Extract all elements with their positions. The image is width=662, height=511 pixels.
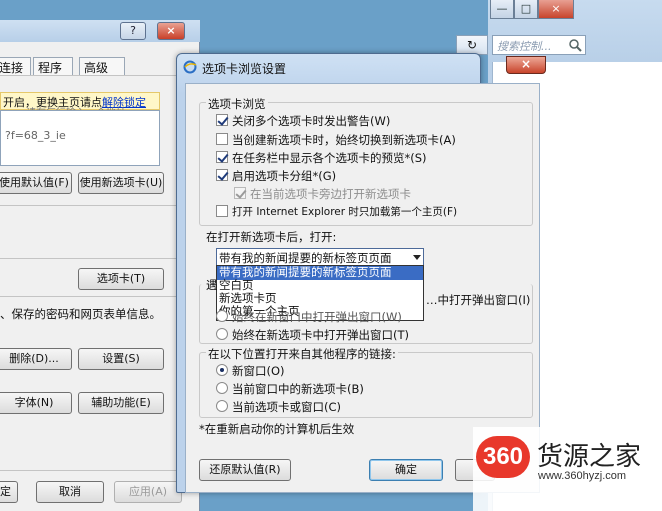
load-first-homepage-label: 打开 Internet Explorer 时只加载第一个主页(F) bbox=[232, 206, 458, 218]
link-current-tab-radio[interactable] bbox=[216, 400, 228, 412]
section-divider bbox=[0, 258, 200, 259]
dialog-ok-button[interactable]: 确定 bbox=[369, 459, 443, 481]
popup-new-tab-label: 始终在新选项卡中打开弹出窗口(T) bbox=[232, 328, 409, 342]
ok-button[interactable]: 定 bbox=[0, 481, 18, 503]
chevron-down-icon bbox=[413, 255, 421, 260]
link-new-tab-radio[interactable] bbox=[216, 382, 228, 394]
tabs-settings-button[interactable]: 选项卡(T) bbox=[78, 268, 164, 290]
switch-new-tab-label: 当创建新选项卡时，始终切换到新选项卡(A) bbox=[232, 133, 456, 147]
search-icon[interactable] bbox=[568, 38, 582, 52]
popup-option-1-label: …中打开弹出窗口(I) bbox=[426, 293, 531, 307]
restart-note: *在重新启动你的计算机后生效 bbox=[199, 422, 355, 436]
switch-new-tab-checkbox[interactable] bbox=[216, 133, 228, 145]
close-button[interactable]: × bbox=[157, 22, 185, 40]
homepage-textarea[interactable]: ?f=68_3_ie bbox=[0, 110, 160, 166]
tab-divider bbox=[0, 75, 200, 76]
popup-new-window-radio[interactable] bbox=[216, 310, 228, 322]
new-tab-page-select[interactable]: 带有我的新闻提要的新标签页页面 bbox=[216, 248, 424, 266]
open-next-to-current-checkbox bbox=[234, 187, 246, 199]
tab-advanced[interactable]: 高级 bbox=[79, 57, 125, 75]
restore-defaults-button[interactable]: 还原默认值(R) bbox=[199, 459, 291, 481]
dialog-close-button[interactable]: × bbox=[506, 56, 546, 74]
link-new-window-radio[interactable] bbox=[216, 364, 228, 376]
section-divider bbox=[0, 205, 200, 206]
watermark-url: www.360hyzj.com bbox=[538, 470, 627, 482]
use-new-tab-button[interactable]: 使用新选项卡(U) bbox=[78, 172, 164, 194]
new-tab-open-label: 在打开新选项卡后，打开: bbox=[206, 230, 337, 244]
maximize-button[interactable]: □ bbox=[514, 0, 538, 19]
window-close-button[interactable]: × bbox=[538, 0, 574, 19]
ie-icon bbox=[183, 60, 197, 74]
accessibility-button[interactable]: 辅助功能(E) bbox=[78, 392, 164, 414]
load-first-homepage-checkbox[interactable] bbox=[216, 205, 228, 217]
tab-groups-checkbox[interactable] bbox=[216, 169, 228, 181]
fonts-button[interactable]: 字体(N) bbox=[0, 392, 72, 414]
tabbed-browsing-group-label: 选项卡浏览 bbox=[206, 96, 268, 112]
external-links-group-label: 在以下位置打开来自其他程序的链接: bbox=[206, 346, 398, 362]
delete-history-button[interactable]: 删除(D)... bbox=[0, 348, 72, 370]
use-default-button[interactable]: 使用默认值(F) bbox=[0, 172, 72, 194]
new-tab-page-value: 带有我的新闻提要的新标签页页面 bbox=[219, 251, 392, 265]
taskbar-previews-checkbox[interactable] bbox=[216, 151, 228, 163]
section-divider bbox=[0, 470, 200, 471]
watermark-logo: 360 bbox=[476, 436, 530, 478]
tab-connections[interactable]: 连接 bbox=[0, 57, 31, 75]
cancel-button[interactable]: 取消 bbox=[36, 481, 104, 503]
link-new-tab-label: 当前窗口中的新选项卡(B) bbox=[232, 382, 364, 396]
minimize-button[interactable]: — bbox=[490, 0, 514, 19]
homepage-url: ?f=68_3_ie bbox=[5, 129, 66, 142]
popup-new-tab-radio[interactable] bbox=[216, 328, 228, 340]
watermark-brand: 货源之家 bbox=[537, 442, 642, 472]
open-next-to-current-label: 在当前选项卡旁边打开新选项卡 bbox=[250, 187, 411, 201]
warn-close-tabs-label: 关闭多个选项卡时发出警告(W) bbox=[232, 114, 391, 128]
history-settings-button[interactable]: 设置(S) bbox=[78, 348, 164, 370]
internet-options-titlebar: ? × bbox=[0, 20, 200, 42]
help-button[interactable]: ? bbox=[120, 22, 146, 40]
link-current-tab-label: 当前选项卡或窗口(C) bbox=[232, 400, 342, 414]
tab-programs[interactable]: 程序 bbox=[33, 57, 73, 75]
link-new-window-label: 新窗口(O) bbox=[232, 364, 285, 378]
popup-new-window-label: 始终在新窗口中打开弹出窗口(W) bbox=[232, 310, 402, 324]
history-description: 、保存的密码和网页表单信息。 bbox=[0, 307, 161, 321]
tab-groups-label: 启用选项卡分组*(G) bbox=[232, 169, 337, 183]
apply-button: 应用(A) bbox=[114, 481, 182, 503]
dialog-title: 选项卡浏览设置 bbox=[202, 62, 287, 76]
taskbar-previews-label: 在任务栏中显示各个选项卡的预览*(S) bbox=[232, 151, 427, 165]
warn-close-tabs-checkbox[interactable] bbox=[216, 114, 228, 126]
section-divider bbox=[0, 296, 200, 297]
refresh-icon[interactable]: ↻ bbox=[456, 35, 488, 55]
